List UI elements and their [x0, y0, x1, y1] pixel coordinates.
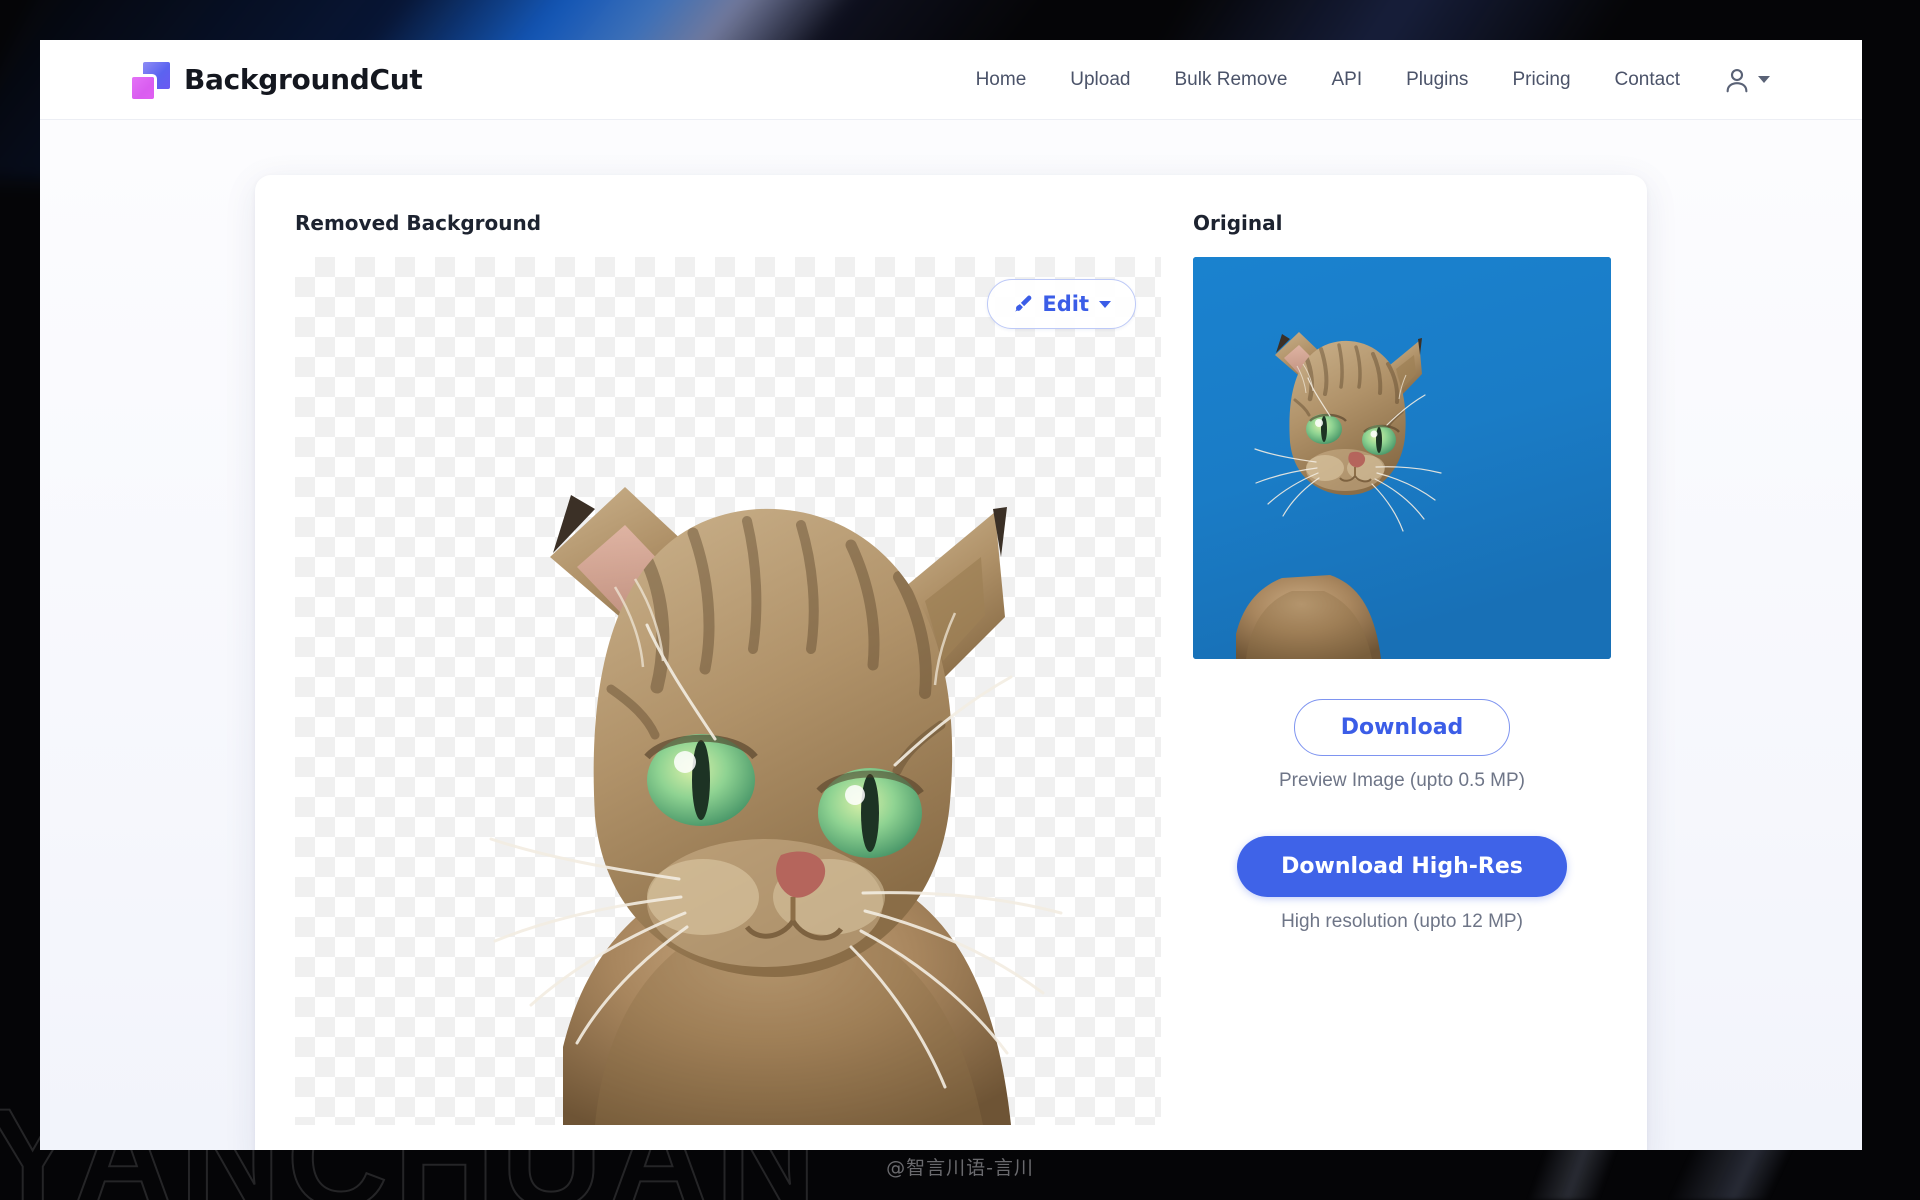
removed-background-title: Removed Background [295, 211, 542, 235]
nav-item-plugins[interactable]: Plugins [1384, 59, 1490, 101]
removed-background-panel: Removed Background Edit [295, 211, 1161, 1127]
download-preview-block: Download Preview Image (upto 0.5 MP) [1193, 699, 1611, 792]
download-high-res-button[interactable]: Download High-Res [1237, 836, 1567, 897]
nav-item-upload[interactable]: Upload [1048, 59, 1152, 101]
site-header: BackgroundCut Home Upload Bulk Remove AP… [40, 40, 1862, 120]
edit-button-label: Edit [1042, 292, 1089, 316]
nav-item-contact[interactable]: Contact [1593, 59, 1702, 101]
result-card: Removed Background Edit Original Downloa… [255, 175, 1647, 1150]
paintbrush-icon [1015, 295, 1032, 312]
original-cat-photo [1193, 257, 1611, 659]
user-account-icon [1726, 68, 1748, 92]
backgroundcut-logo-icon [132, 61, 170, 99]
chevron-down-icon [1758, 76, 1770, 83]
logo-square-pink [132, 76, 154, 99]
download-highres-block: Download High-Res High resolution (upto … [1193, 836, 1611, 933]
nav-item-pricing[interactable]: Pricing [1490, 59, 1592, 101]
cat-cutout-image [489, 487, 1063, 1125]
transparent-checkerboard-canvas[interactable]: Edit [295, 257, 1161, 1125]
cat-right-eye [816, 768, 924, 858]
brand-name: BackgroundCut [184, 63, 423, 96]
chevron-down-icon [1099, 300, 1111, 308]
nav-item-bulk-remove[interactable]: Bulk Remove [1152, 59, 1309, 101]
download-caption: Preview Image (upto 0.5 MP) [1278, 770, 1526, 791]
page-body: Removed Background Edit Original Downloa… [40, 120, 1862, 1150]
desktop-backdrop: YANCHUAN BackgroundCut Home Upload Bulk … [0, 0, 1920, 1200]
nav-item-api[interactable]: API [1309, 59, 1384, 101]
brand-logo-link[interactable]: BackgroundCut [132, 61, 423, 99]
download-button[interactable]: Download [1293, 699, 1511, 756]
account-menu-button[interactable] [1722, 65, 1770, 95]
download-high-res-caption: High resolution (upto 12 MP) [1281, 911, 1523, 932]
original-title: Original [1193, 211, 1283, 235]
screenshot-watermark: @智言川语-言川 [886, 1157, 1034, 1179]
original-panel: Original Download Preview Image (upto 0.… [1193, 211, 1611, 1127]
browser-viewport: BackgroundCut Home Upload Bulk Remove AP… [40, 40, 1862, 1150]
edit-button[interactable]: Edit [987, 279, 1136, 329]
main-navigation: Home Upload Bulk Remove API Plugins Pric… [954, 59, 1770, 101]
original-image-thumbnail[interactable] [1193, 257, 1611, 659]
cat-left-eye [644, 734, 758, 826]
nav-item-home[interactable]: Home [954, 59, 1049, 101]
